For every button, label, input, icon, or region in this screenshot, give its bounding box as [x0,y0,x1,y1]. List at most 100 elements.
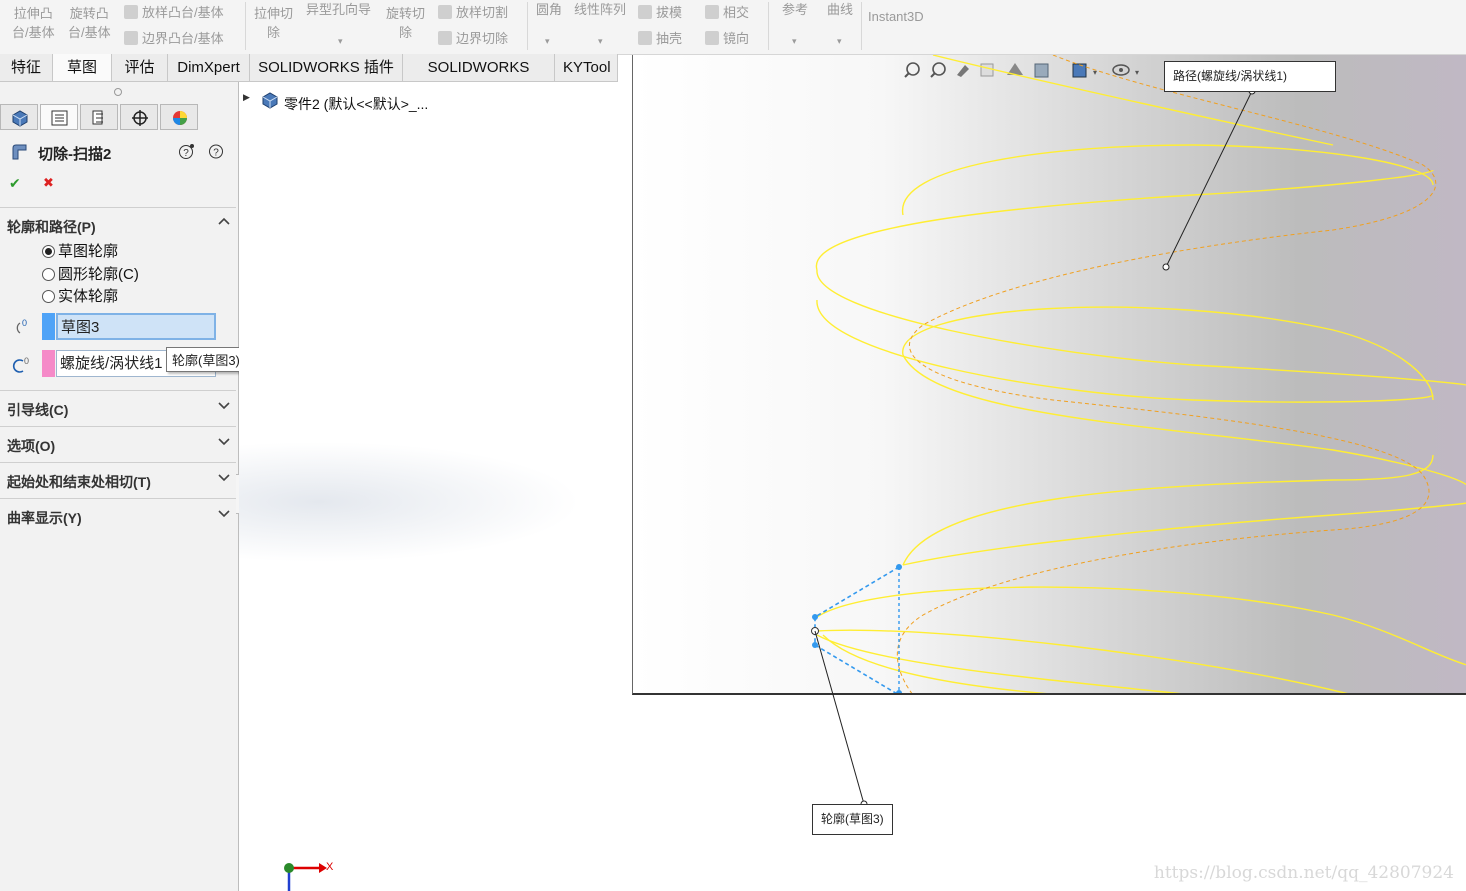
feature-title: 切除-扫描2 [38,146,112,163]
hole-wizard-button[interactable]: 异型孔向导 [306,0,371,21]
curves-dropdown-icon[interactable]: ▾ [837,36,842,47]
intersect-icon [705,5,719,19]
tab-display-manager[interactable] [160,104,198,130]
callout-path[interactable]: 路径(螺旋线/涡状线1) [1164,61,1336,92]
radio-solid-profile-label: 实体轮廓 [58,288,119,305]
tab-configuration-manager[interactable] [80,104,118,130]
hole-wizard-dropdown-icon[interactable]: ▾ [338,36,343,47]
shell-button[interactable]: 抽壳 [638,27,682,50]
helix-solid-edges [815,55,1466,693]
section-options[interactable]: 选项(O) [0,426,236,462]
section-guide-curves[interactable]: 引导线(C) [0,390,236,426]
svg-text:?: ? [213,148,219,159]
graphics-viewport[interactable]: ▾ ▾ 路径(螺旋线/涡状线1) [632,55,1466,695]
extrude-boss-label-2: 台/基体 [12,25,55,40]
tab-property-manager[interactable] [40,104,78,130]
extrude-cut-label-1: 拉伸切 [254,6,294,21]
tab-dimxpert[interactable]: DimXpert [168,54,250,81]
tab-kytool[interactable]: KYTool [555,54,618,81]
tab-sketch[interactable]: 草图 [53,54,112,81]
radio-sketch-profile-label: 草图轮廓 [58,243,119,260]
section-start-end-tangency[interactable]: 起始处和结束处相切(T) [0,462,236,498]
revolve-cut-label-2: 除 [399,25,413,40]
property-manager-panel: 切除-扫描2 ? ? ✔ ✖ 轮廓和路径(P) 草图轮廓 圆形轮廓(C) 实体轮… [0,82,246,891]
reference-dropdown-icon[interactable]: ▾ [792,36,797,47]
extrude-cut-button[interactable]: 拉伸切 除 [254,4,293,42]
profile-selection-box[interactable]: 草图3 [56,313,216,340]
chevron-down-icon[interactable] [218,507,230,519]
draft-button[interactable]: 拔模 [638,1,682,24]
section-options-title: 选项(O) [7,438,56,454]
svg-text:0: 0 [22,318,27,328]
loft-cut-label: 放样切割 [456,5,509,20]
chevron-down-icon[interactable] [218,435,230,447]
axis-triad: X [284,861,334,891]
fillet-button[interactable]: 圆角 [536,0,562,21]
linear-pattern-dropdown-icon[interactable]: ▾ [598,36,603,47]
radio-circular-profile[interactable]: 圆形轮廓(C) [42,263,139,284]
helix-sweep-geometry [811,55,1466,693]
fillet-dropdown-icon[interactable]: ▾ [545,36,550,47]
tab-solidworks-mbd[interactable]: SOLIDWORKS MBD [403,54,555,103]
radio-dot [42,245,55,258]
revolve-boss-button[interactable]: 旋转凸 台/基体 [68,4,111,42]
boundary-boss-button[interactable]: 边界凸台/基体 [124,27,224,50]
path-color-swatch [42,350,55,377]
chevron-up-icon[interactable] [218,216,230,228]
extrude-boss-button[interactable]: 拉伸凸 台/基体 [12,4,55,42]
radio-solid-profile[interactable]: 实体轮廓 [42,285,118,306]
svg-text:0: 0 [24,356,29,366]
property-manager-icon [51,110,68,126]
panel-splitter-handle[interactable] [114,88,122,96]
profile-icon: 0 [16,318,27,334]
callout-profile-leader [814,630,868,808]
profile-color-swatch [42,313,55,340]
mirror-icon [705,31,719,45]
tab-features[interactable]: 特征 [0,54,53,81]
section-curvature-display[interactable]: 曲率显示(Y) [0,498,236,534]
reference-button[interactable]: 参考 [782,0,808,21]
tab-evaluate[interactable]: 评估 [112,54,168,81]
configuration-manager-icon [92,110,103,125]
boundary-cut-button[interactable]: 边界切除 [438,27,508,50]
question-icon[interactable]: ? [208,143,225,160]
instant3d-label: Instant3D [868,9,924,24]
tab-dimxpert-manager[interactable] [120,104,158,130]
extrude-cut-label-2: 除 [267,25,281,40]
instant3d-button[interactable]: Instant3D [868,5,924,28]
help-icon[interactable]: ? [178,143,195,160]
callout-leaders [1162,87,1256,271]
watermark-url: https://blog.csdn.net/qq_42807924 [1153,863,1454,883]
boundary-cut-label: 边界切除 [456,31,509,46]
ribbon-separator [245,2,246,50]
revolve-cut-button[interactable]: 旋转切 除 [386,4,425,42]
dimxpert-icon [132,110,148,126]
mirror-label: 镜向 [723,31,750,46]
mirror-button[interactable]: 镜向 [705,27,749,50]
curves-label: 曲线 [827,2,854,17]
loft-cut-icon [438,5,452,19]
tab-solidworks-addins[interactable]: SOLIDWORKS 插件 [250,54,403,81]
section-start-end-tangency-title: 起始处和结束处相切(T) [7,474,151,490]
radio-sketch-profile[interactable]: 草图轮廓 [42,240,118,261]
tree-root-part[interactable]: 零件2 (默认<<默认>_... [284,94,428,114]
chevron-down-icon[interactable] [218,399,230,411]
tree-expand-icon[interactable]: ▶ [243,92,250,103]
shell-icon [638,31,652,45]
chevron-down-icon[interactable] [218,471,230,483]
ok-button[interactable]: ✔ [9,175,21,192]
intersect-button[interactable]: 相交 [705,1,749,24]
cancel-button[interactable]: ✖ [43,175,54,191]
part-icon [262,92,278,109]
loft-cut-button[interactable]: 放样切割 [438,1,508,24]
display-manager-icon [173,111,187,125]
tab-feature-manager[interactable] [0,104,38,130]
loft-boss-button[interactable]: 放样凸台/基体 [124,1,224,24]
radio-dot [42,290,55,303]
linear-pattern-button[interactable]: 线性阵列 [574,0,626,21]
callout-profile[interactable]: 轮廓(草图3) [812,804,893,835]
feature-manager-icon [12,110,28,127]
section-profile-and-path[interactable]: 轮廓和路径(P) [0,207,236,243]
curves-button[interactable]: 曲线 [827,0,853,21]
radio-circular-profile-label: 圆形轮廓(C) [58,266,139,283]
